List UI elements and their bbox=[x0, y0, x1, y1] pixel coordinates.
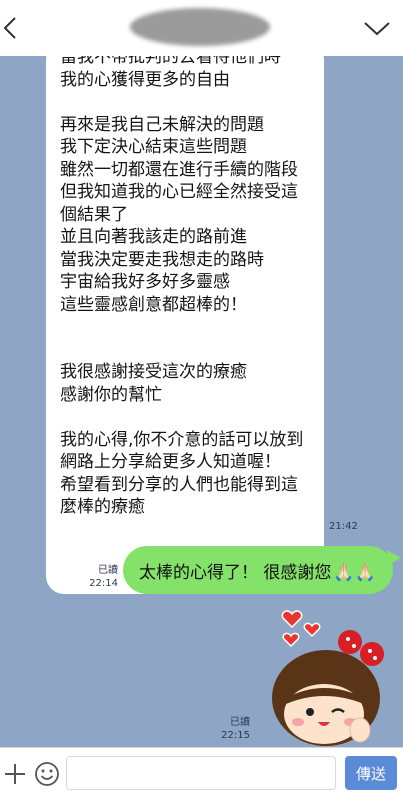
message-timestamp: 22:15 bbox=[221, 730, 250, 741]
heart-icon bbox=[281, 610, 303, 629]
outgoing-message-text: 太棒的心得了！ 很感謝您 🙏🏻🙏🏻 bbox=[139, 558, 376, 583]
heart-icon bbox=[303, 622, 321, 638]
emoji-button[interactable] bbox=[34, 761, 60, 787]
add-attachment-button[interactable] bbox=[2, 761, 28, 787]
menu-button[interactable] bbox=[361, 12, 393, 44]
message-timestamp: 22:14 bbox=[89, 578, 118, 589]
girl-hearts-sticker[interactable] bbox=[264, 606, 392, 747]
contact-name bbox=[130, 8, 270, 46]
smiley-icon bbox=[35, 762, 59, 786]
send-button[interactable]: 傳送 bbox=[345, 756, 397, 790]
incoming-message-bubble[interactable]: 當我不帶批判的去看待他們時 我的心獲得更多的自由 再來是我自己未解決的問題 我下… bbox=[46, 56, 324, 594]
chevron-left-icon bbox=[3, 17, 16, 39]
chat-area[interactable]: 當我不帶批判的去看待他們時 我的心獲得更多的自由 再來是我自己未解決的問題 我下… bbox=[0, 56, 403, 747]
outgoing-message-bubble[interactable]: 太棒的心得了！ 很感謝您 🙏🏻🙏🏻 bbox=[123, 546, 401, 594]
chevron-down-icon bbox=[364, 22, 390, 36]
message-timestamp: 21:42 bbox=[329, 521, 358, 532]
outgoing-text: 太棒的心得了！ 很感謝您 bbox=[139, 563, 332, 583]
read-receipt: 已讀 22:15 bbox=[218, 716, 250, 742]
incoming-message-text: 當我不帶批判的去看待他們時 我的心獲得更多的自由 再來是我自己未解決的問題 我下… bbox=[60, 56, 304, 517]
read-receipt: 已讀 22:14 bbox=[86, 564, 118, 590]
message-input[interactable] bbox=[66, 756, 336, 790]
message-composer: 傳送 bbox=[0, 747, 403, 801]
chat-header bbox=[0, 0, 403, 57]
plus-icon bbox=[5, 764, 25, 784]
bubble-tail bbox=[387, 550, 401, 566]
heart-icon bbox=[282, 632, 300, 648]
read-label: 已讀 bbox=[230, 717, 250, 728]
back-button[interactable] bbox=[0, 12, 28, 44]
praying-hands-emoji: 🙏🏻🙏🏻 bbox=[333, 563, 376, 583]
read-label: 已讀 bbox=[98, 565, 118, 576]
